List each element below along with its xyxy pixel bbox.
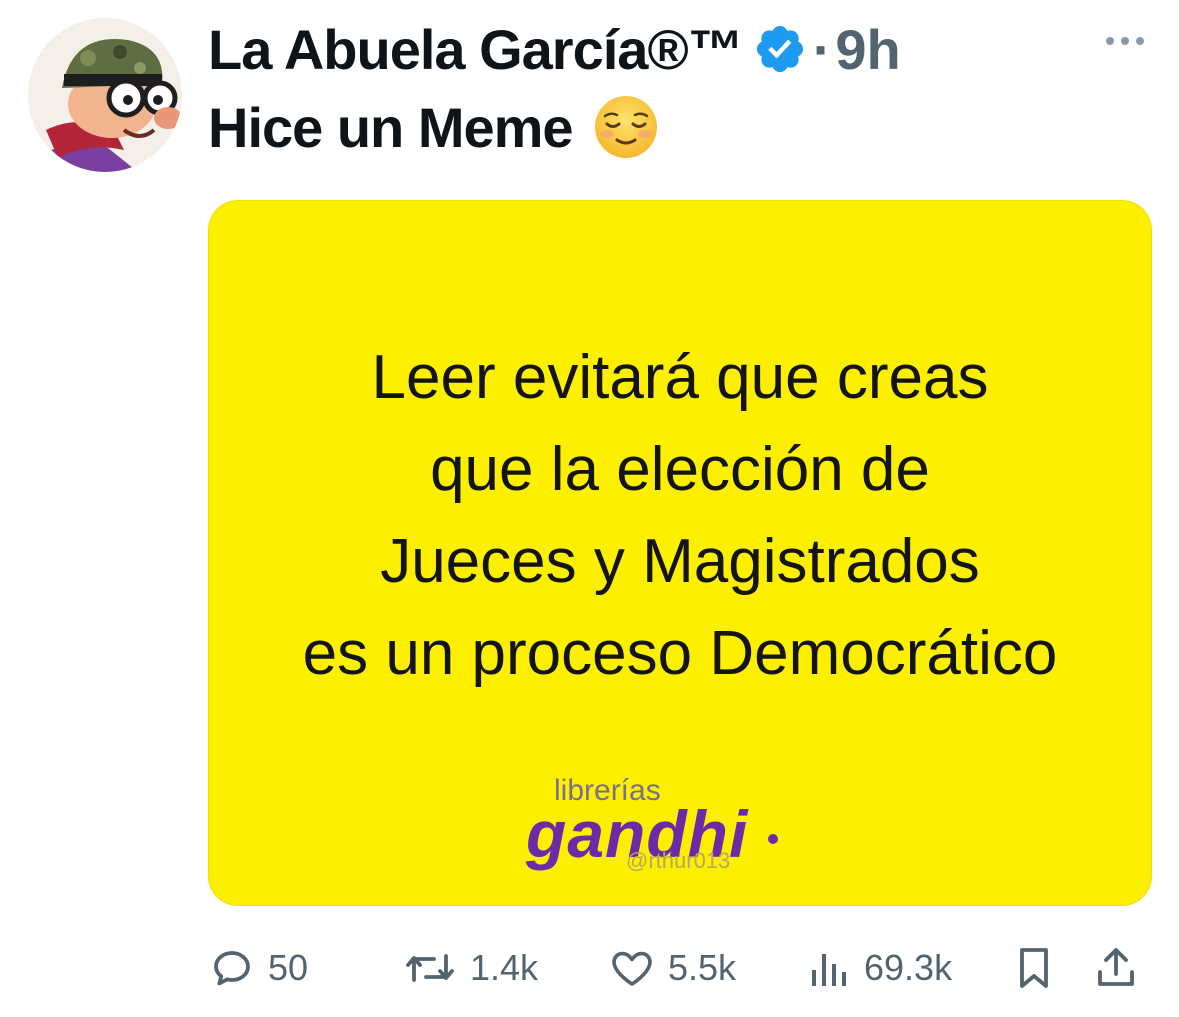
- meme-text: Leer evitará que creas que la elección d…: [208, 332, 1152, 700]
- tweet-media-image[interactable]: Leer evitará que creas que la elección d…: [208, 200, 1152, 906]
- tweet-actions: 50 1.4k 5.5k 69.3k: [206, 936, 1150, 1000]
- reply-button[interactable]: 50: [208, 936, 308, 1000]
- avatar-image: [28, 18, 182, 172]
- share-icon: [1098, 948, 1134, 986]
- timestamp[interactable]: 9h: [835, 17, 900, 82]
- meme-line: Jueces y Magistrados: [380, 527, 980, 596]
- more-options-icon[interactable]: [1100, 26, 1150, 56]
- retweet-icon: [406, 954, 454, 982]
- bookmark-icon: [1020, 948, 1048, 988]
- header-separator: ·: [812, 17, 832, 81]
- views-count: 69.3k: [864, 947, 953, 988]
- watermark: @rthur013: [626, 848, 731, 873]
- avatar[interactable]: [28, 18, 182, 172]
- tweet-text-content: Hice un Meme: [208, 95, 574, 159]
- like-button[interactable]: 5.5k: [608, 936, 736, 1000]
- share-button[interactable]: [1094, 936, 1138, 1000]
- views-icon: [812, 954, 846, 986]
- heart-icon: [612, 951, 652, 986]
- like-count: 5.5k: [668, 947, 737, 988]
- reply-icon: [214, 951, 250, 986]
- reply-count: 50: [268, 947, 309, 988]
- display-name[interactable]: La Abuela García®™: [208, 17, 744, 82]
- retweet-count: 1.4k: [470, 947, 539, 988]
- relieved-face-emoji-icon: [593, 94, 659, 160]
- tweet-header: La Abuela García®™ · 9h: [208, 14, 901, 84]
- meme-line: que la elección de: [430, 435, 930, 504]
- bookmark-button[interactable]: [1014, 936, 1054, 1000]
- views-button[interactable]: 69.3k: [808, 936, 952, 1000]
- tweet-text: Hice un Meme: [208, 94, 659, 160]
- verified-badge-icon[interactable]: [753, 22, 807, 76]
- meme-line: es un proceso Democrático: [302, 619, 1058, 688]
- logo-dot: [768, 834, 778, 844]
- meme-line: Leer evitará que creas: [371, 343, 989, 412]
- retweet-button[interactable]: 1.4k: [402, 936, 538, 1000]
